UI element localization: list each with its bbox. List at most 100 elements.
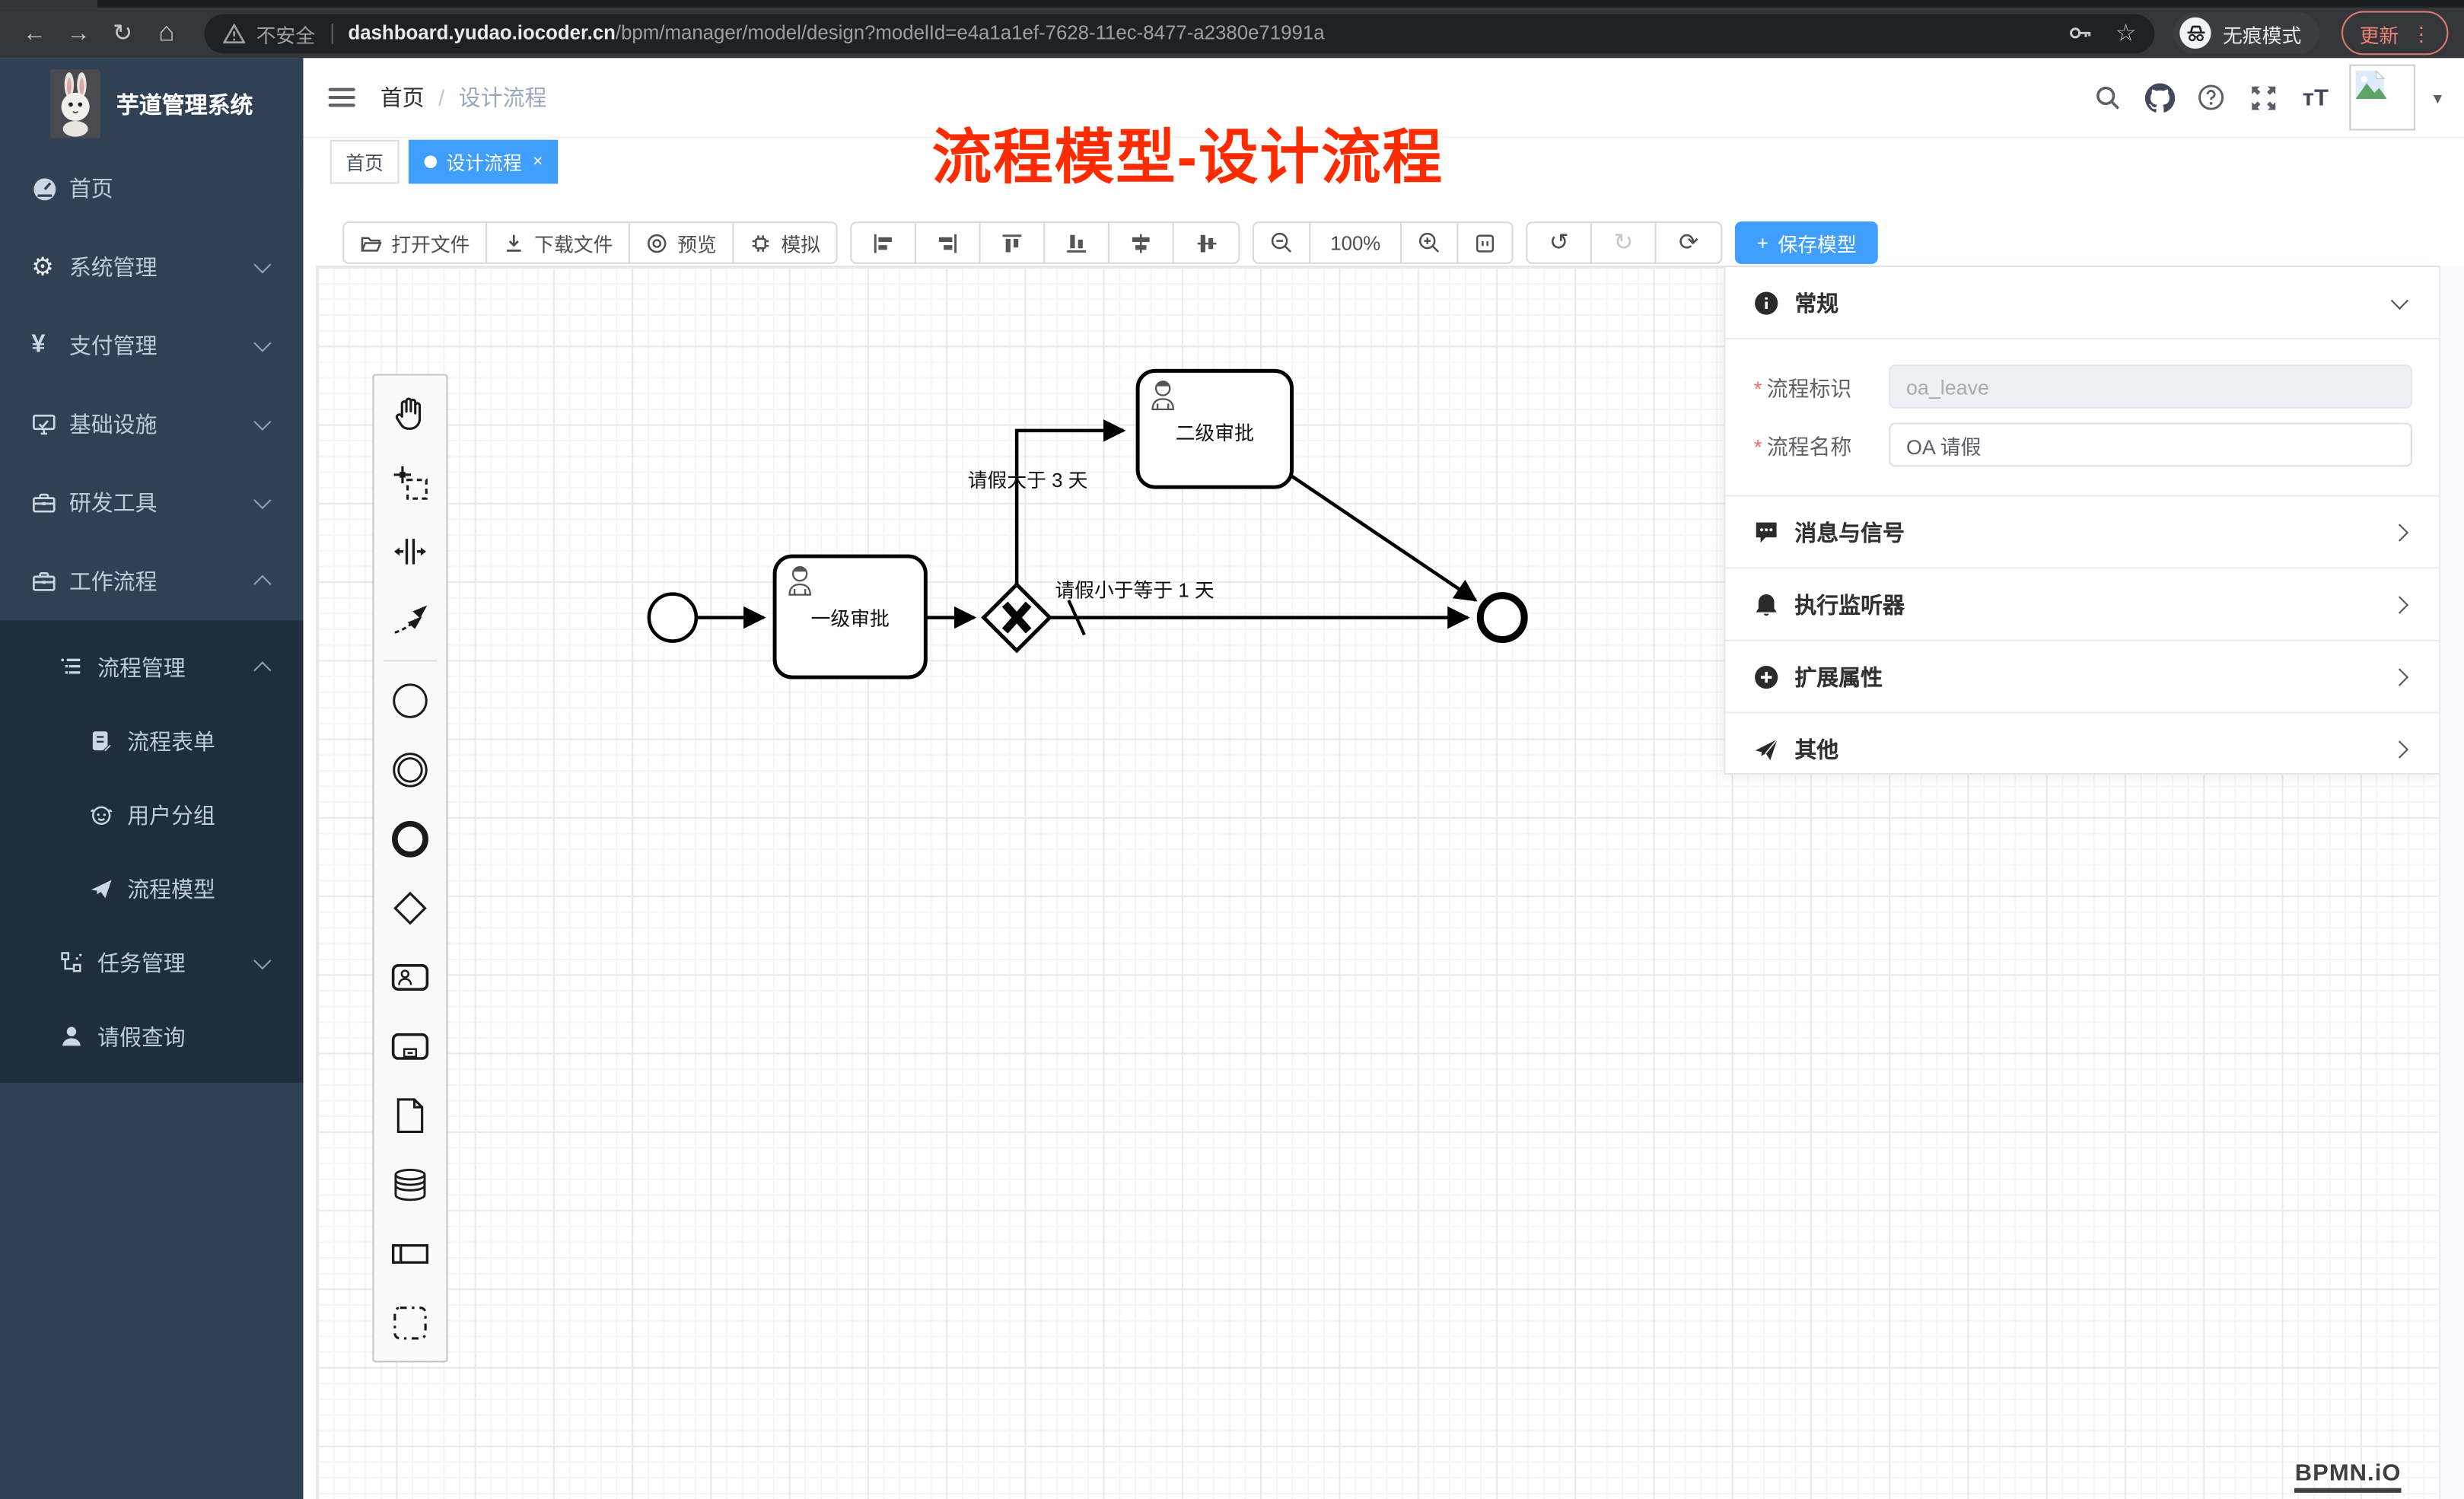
end-event[interactable] bbox=[1480, 596, 1524, 640]
password-key-icon[interactable] bbox=[2068, 22, 2093, 44]
download-file-button[interactable]: 下载文件 bbox=[487, 223, 630, 263]
start-event[interactable] bbox=[649, 594, 696, 641]
workflow-submenu: 流程管理 流程表单 用户分组 bbox=[0, 621, 304, 1083]
field-label: *流程名称 bbox=[1754, 429, 1889, 460]
toolbox-icon bbox=[31, 490, 69, 515]
section-execution-listener[interactable]: 执行监听器 bbox=[1725, 569, 2440, 641]
align-center-vertical-button[interactable] bbox=[1174, 223, 1239, 263]
avatar[interactable] bbox=[2350, 65, 2416, 131]
browser-menu-dots-icon[interactable]: ⋮ bbox=[2411, 21, 2431, 45]
sidebar-item-leave-query[interactable]: 请假查询 bbox=[0, 999, 304, 1073]
bpmn-io-watermark[interactable]: BPMN.iO bbox=[2295, 1459, 2402, 1492]
sidebar-logo-row[interactable]: 芋道管理系统 bbox=[0, 58, 304, 149]
align-top-button[interactable] bbox=[981, 223, 1046, 263]
preview-button[interactable]: 预览 bbox=[630, 223, 734, 263]
undo-button[interactable]: ↺ bbox=[1527, 223, 1592, 263]
flow-gateway-to-task2[interactable] bbox=[1017, 431, 1123, 584]
general-fields: *流程标识 *流程名称 bbox=[1725, 339, 2440, 497]
close-icon[interactable]: × bbox=[533, 152, 543, 171]
key-label: 流程标识 bbox=[1767, 377, 1852, 401]
zoom-out-button[interactable] bbox=[1254, 223, 1310, 263]
process-name-input[interactable] bbox=[1889, 423, 2412, 467]
sidebar-item-payment[interactable]: ¥ 支付管理 bbox=[0, 307, 304, 385]
sidebar-item-process-mgmt[interactable]: 流程管理 bbox=[0, 630, 304, 704]
redo-button[interactable]: ↻ bbox=[1592, 223, 1657, 263]
url-domain: dashboard.yudao.iocoder.cn bbox=[348, 22, 615, 44]
align-right-button[interactable] bbox=[916, 223, 981, 263]
edge-label-le1[interactable]: 请假小于等于 1 天 bbox=[1055, 580, 1214, 602]
align-bottom-button[interactable] bbox=[1045, 223, 1109, 263]
gear-icon: ⚙ bbox=[31, 251, 69, 282]
section-extended-attrs[interactable]: 扩展属性 bbox=[1725, 641, 2440, 714]
section-message-signal[interactable]: 消息与信号 bbox=[1725, 497, 2440, 569]
user-task-level1[interactable]: 一级审批 bbox=[775, 556, 925, 677]
avatar-caret-icon[interactable]: ▾ bbox=[2434, 88, 2442, 108]
help-icon[interactable] bbox=[2195, 80, 2229, 114]
font-size-icon[interactable]: ᴛT bbox=[2298, 80, 2332, 114]
chevron-right-icon bbox=[2391, 740, 2408, 757]
undo-icon: ↺ bbox=[1549, 231, 1569, 255]
restart-button[interactable]: ⟳ bbox=[1657, 223, 1721, 263]
exclusive-gateway[interactable] bbox=[984, 584, 1050, 651]
section-label: 消息与信号 bbox=[1794, 516, 1905, 547]
sidebar-item-user-group[interactable]: 用户分组 bbox=[0, 778, 304, 851]
tag-design-process[interactable]: 设计流程 × bbox=[409, 140, 559, 184]
face-icon bbox=[90, 803, 128, 826]
sidebar-item-label: 系统管理 bbox=[69, 251, 158, 282]
bookmark-star-icon[interactable]: ☆ bbox=[2115, 19, 2137, 47]
sidebar-item-home[interactable]: 首页 bbox=[0, 149, 304, 228]
browser-update-button[interactable]: 更新 ⋮ bbox=[2342, 11, 2448, 55]
chevron-right-icon bbox=[2391, 595, 2408, 613]
comment-icon bbox=[1754, 520, 1779, 545]
align-right-icon bbox=[937, 232, 959, 254]
sidebar-item-system[interactable]: ⚙ 系统管理 bbox=[0, 228, 304, 306]
designer-content: 打开文件 下载文件 预览 模拟 bbox=[304, 184, 2464, 1499]
open-file-button[interactable]: 打开文件 bbox=[344, 223, 487, 263]
browser-active-tab[interactable] bbox=[0, 0, 97, 8]
chevron-right-icon bbox=[2391, 523, 2408, 540]
tag-home[interactable]: 首页 bbox=[330, 140, 400, 184]
chevron-down-icon bbox=[253, 492, 271, 509]
bpmn-canvas[interactable]: 一级审批 bbox=[316, 266, 2440, 1499]
browser-back-button[interactable]: ← bbox=[16, 20, 54, 46]
zoom-reset-button[interactable] bbox=[1459, 223, 1512, 263]
plus-circle-icon bbox=[1754, 664, 1779, 689]
scrollbar-track[interactable] bbox=[2439, 266, 2464, 1499]
zoom-in-button[interactable] bbox=[1402, 223, 1458, 263]
sidebar-item-task-mgmt[interactable]: 任务管理 bbox=[0, 925, 304, 999]
sidebar-item-workflow[interactable]: 工作流程 bbox=[0, 542, 304, 620]
save-model-button[interactable]: + 保存模型 bbox=[1735, 221, 1879, 264]
sidebar-item-process-form[interactable]: 流程表单 bbox=[0, 704, 304, 778]
simulate-button[interactable]: 模拟 bbox=[734, 223, 836, 263]
browser-forward-button[interactable]: → bbox=[59, 20, 97, 46]
fullscreen-icon[interactable] bbox=[2246, 80, 2281, 114]
main-area: 流程模型-设计流程 首页 / 设计流程 bbox=[304, 58, 2464, 1499]
sidebar: 芋道管理系统 首页 ⚙ 系统管理 ¥ 支付管理 bbox=[0, 58, 304, 1499]
section-general[interactable]: 常规 bbox=[1725, 267, 2440, 339]
github-icon[interactable] bbox=[2143, 80, 2177, 114]
process-key-input bbox=[1889, 364, 2412, 409]
browser-tab-strip bbox=[0, 0, 2464, 8]
breadcrumb-home[interactable]: 首页 bbox=[380, 81, 425, 113]
chevron-down-icon bbox=[253, 951, 271, 969]
align-center-horizontal-button[interactable] bbox=[1109, 223, 1174, 263]
section-other[interactable]: 其他 bbox=[1725, 714, 2440, 785]
dashboard-icon bbox=[31, 175, 69, 202]
flow-task2-to-end[interactable] bbox=[1292, 476, 1476, 600]
sidebar-item-devtools[interactable]: 研发工具 bbox=[0, 463, 304, 542]
button-label: 打开文件 bbox=[391, 228, 470, 257]
security-label[interactable]: 不安全 bbox=[256, 18, 315, 48]
align-left-button[interactable] bbox=[852, 223, 916, 263]
sidebar-item-infra[interactable]: 基础设施 bbox=[0, 385, 304, 463]
search-icon[interactable] bbox=[2091, 80, 2125, 114]
sidebar-collapse-icon[interactable] bbox=[329, 83, 355, 111]
user-task-level2[interactable]: 二级审批 bbox=[1138, 371, 1291, 487]
sidebar-item-process-model[interactable]: 流程模型 bbox=[0, 851, 304, 925]
address-bar[interactable]: 不安全 dashboard.yudao.iocoder.cn /bpm/mana… bbox=[204, 14, 2155, 53]
edge-label-gt3[interactable]: 请假大于 3 天 bbox=[968, 469, 1088, 492]
chevron-down-icon bbox=[2391, 291, 2408, 309]
info-icon bbox=[1754, 290, 1779, 315]
align-center-v-icon bbox=[1195, 232, 1218, 254]
browser-reload-button[interactable]: ↻ bbox=[103, 19, 142, 47]
browser-home-button[interactable]: ⌂ bbox=[148, 18, 186, 49]
